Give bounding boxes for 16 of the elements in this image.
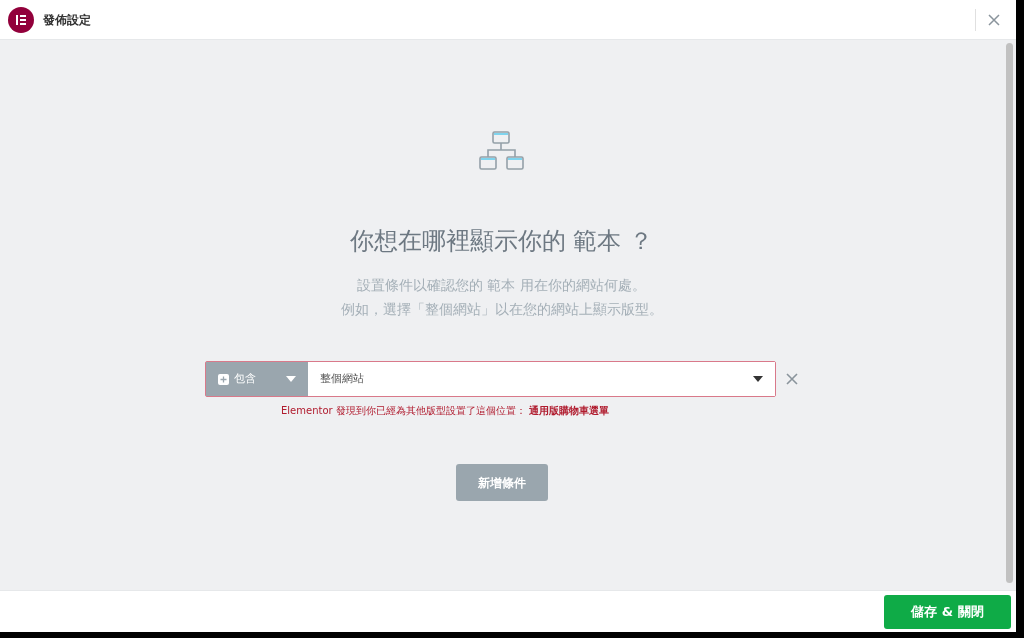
description-text: 設置條件以確認您的 範本 用在你的網站何處。 [357, 276, 646, 295]
save-close-button[interactable]: 儲存 & 關閉 [884, 594, 1011, 629]
add-condition-button[interactable]: 新增條件 [455, 464, 548, 501]
heading: 你想在哪裡顯示你的 範本 ？ [349, 226, 654, 257]
caret-icon [286, 376, 296, 382]
error-message: Elementor 發現到你已經為其他版型設置了這個位置： 通用版購物車選單 [281, 404, 610, 418]
remove-icon[interactable] [786, 373, 798, 385]
description-text: 例如，選擇「整個網站」以在您的網站上顯示版型。 [340, 300, 663, 319]
type-dropdown[interactable]: 包含 [206, 362, 308, 396]
logo-icon [8, 6, 34, 33]
sitemap-icon [478, 131, 525, 171]
close-icon[interactable] [988, 13, 1000, 26]
caret-icon [753, 376, 763, 382]
location-dropdown[interactable]: 整個網站 [308, 362, 775, 396]
plus-icon [218, 373, 229, 385]
window-title: 發佈設定 [43, 11, 91, 29]
